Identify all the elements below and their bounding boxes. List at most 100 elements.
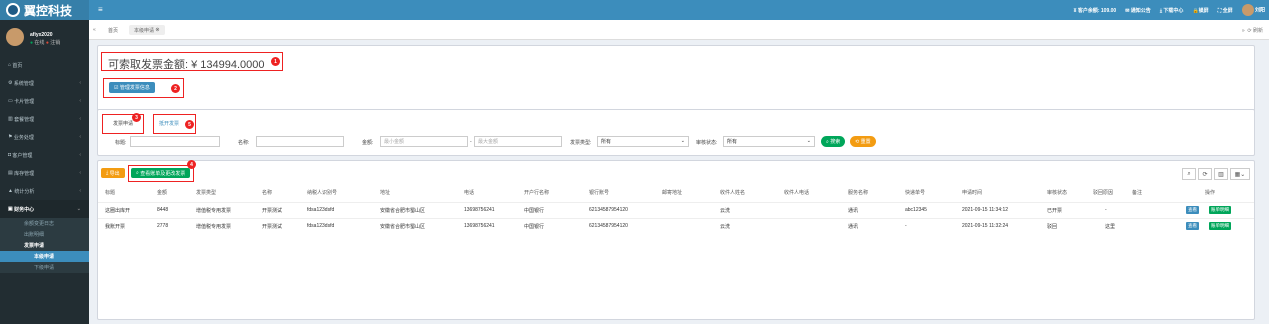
search-button[interactable]: ⌕ 搜索 bbox=[821, 136, 846, 147]
amount-min-input[interactable]: 最小金额 bbox=[380, 136, 468, 147]
col-header[interactable]: 申请时间 bbox=[962, 189, 982, 196]
col-header[interactable]: 发票类型 bbox=[196, 189, 216, 196]
table-cell: 2021-09-15 11:32:24 bbox=[962, 223, 1009, 229]
col-header[interactable]: 审核状态 bbox=[1047, 189, 1067, 196]
col-header[interactable]: 备注 bbox=[1132, 189, 1142, 196]
table-cell: 通讯 bbox=[848, 224, 859, 230]
table-refresh-icon[interactable]: ⟳ bbox=[1198, 168, 1212, 180]
sidebar-item-home[interactable]: ⌂ 首页 bbox=[0, 56, 89, 74]
status-cell: 驳回 bbox=[1047, 224, 1058, 230]
user-menu[interactable]: 刘阳 bbox=[1241, 4, 1265, 16]
col-header[interactable]: 开户行名称 bbox=[524, 189, 549, 196]
highlight-box-1 bbox=[101, 52, 283, 71]
sidebar-item-recharge[interactable]: 出账明细 bbox=[0, 229, 89, 240]
table-columns-icon[interactable]: ▥ bbox=[1214, 168, 1228, 180]
sidebar-item-label: 发票申请 bbox=[24, 243, 45, 249]
bill-detail-row-button[interactable]: 账单明细 bbox=[1209, 222, 1231, 230]
sidebar-item-label: 余额变更日志 bbox=[24, 221, 55, 227]
sidebar-item-system[interactable]: ⚙ 系统管理 ‹ bbox=[0, 74, 89, 92]
col-header[interactable]: 名称 bbox=[262, 189, 272, 196]
sidebar-item-business[interactable]: ⚑ 业务处理 ‹ bbox=[0, 128, 89, 146]
col-header[interactable]: 邮寄地址 bbox=[662, 189, 682, 196]
type-filter-label: 发票类型: bbox=[570, 140, 592, 146]
tabs-left-icon[interactable]: « bbox=[93, 27, 96, 33]
tab-home[interactable]: 首页 bbox=[103, 25, 123, 35]
sidebar-item-packages[interactable]: ▥ 套餐管理 ‹ bbox=[0, 110, 89, 128]
col-header[interactable]: 纳税人识别号 bbox=[307, 189, 337, 196]
audit-status-select[interactable]: 所有 ⌄ bbox=[723, 136, 815, 147]
col-header[interactable]: 金额 bbox=[157, 189, 167, 196]
col-header[interactable]: 电话 bbox=[464, 189, 474, 196]
invoice-type-select[interactable]: 所有 ⌄ bbox=[597, 136, 689, 147]
filter-panel bbox=[97, 109, 1255, 156]
sidebar-item-this-apply[interactable]: 本级申请 bbox=[0, 251, 89, 262]
top-username: 刘阳 bbox=[1254, 7, 1265, 14]
sidebar-item-label: 库存管理 bbox=[14, 170, 35, 177]
amount-max-input[interactable]: 最大金额 bbox=[474, 136, 562, 147]
sidebar-item-inventory[interactable]: ▤ 库存管理 ‹ bbox=[0, 164, 89, 182]
name-filter-label: 名称: bbox=[238, 140, 250, 146]
sidebar-item-cards[interactable]: ▭ 卡片管理 ‹ bbox=[0, 92, 89, 110]
col-header[interactable]: 服务名称 bbox=[848, 189, 868, 196]
view-row-button[interactable]: 查看 bbox=[1186, 206, 1199, 214]
table-cell: 13698756241 bbox=[464, 207, 495, 213]
status-cell: 已开票 bbox=[1047, 208, 1063, 214]
col-header[interactable]: 快递单号 bbox=[905, 189, 925, 196]
sidebar-item-label: 业务处理 bbox=[13, 134, 34, 141]
table-cell: 我账开票 bbox=[105, 224, 126, 230]
logo-text: 翼控科技 bbox=[24, 3, 73, 18]
logo-icon bbox=[6, 3, 20, 17]
sidebar-item-customers[interactable]: ◘ 客户管理 ‹ bbox=[0, 146, 89, 164]
menu-toggle-icon[interactable]: ≡ bbox=[98, 5, 103, 14]
chevron-left-icon: ‹ bbox=[79, 116, 81, 122]
table-cell: 8448 bbox=[157, 207, 169, 213]
sidebar-item-label: 卡片管理 bbox=[14, 98, 35, 105]
reset-button[interactable]: ⟲ 重置 bbox=[850, 136, 876, 147]
balance-display: ¥ 客户余额: 109.00 bbox=[1073, 7, 1117, 14]
table-cell: 增值税专用发票 bbox=[196, 224, 232, 230]
table-export-icon[interactable]: ▦⌄ bbox=[1230, 168, 1250, 180]
col-header[interactable]: 收件人姓名 bbox=[720, 189, 745, 196]
sidebar-menu: ⌂ 首页 ⚙ 系统管理 ‹ ▭ 卡片管理 ‹ ▥ 套餐管理 ‹ ⚑ 业务处理 ‹ ◘ 客… bbox=[0, 56, 89, 273]
user-status: ● 在线 ● 注销 bbox=[30, 40, 61, 46]
export-button[interactable]: ⤓ 导出 bbox=[101, 168, 125, 178]
highlight-box-4 bbox=[128, 165, 194, 182]
table-cell: 2778 bbox=[157, 223, 169, 229]
view-row-button[interactable]: 查看 bbox=[1186, 222, 1199, 230]
name-input[interactable] bbox=[256, 136, 344, 147]
tab-current[interactable]: 本级申请 ⊗ bbox=[129, 25, 165, 35]
sidebar-item-finance[interactable]: ▣ 财务中心 ⌄ bbox=[0, 200, 89, 218]
col-header[interactable]: 地址 bbox=[380, 189, 390, 196]
button-label: 导出 bbox=[109, 170, 120, 177]
table-cell: 增值税专用发票 bbox=[196, 208, 232, 214]
col-header[interactable]: 标题 bbox=[105, 189, 115, 196]
title-input[interactable] bbox=[130, 136, 220, 147]
sidebar-item-stats[interactable]: ▲ 统计分析 ‹ bbox=[0, 182, 89, 200]
table-cell: fdsa123dsfd bbox=[307, 207, 335, 213]
table-cell: 开票测试 bbox=[262, 224, 283, 230]
download-link[interactable]: ⤓ 下载中心 bbox=[1160, 7, 1184, 14]
table-cell: 2021-09-15 11:34:12 bbox=[962, 207, 1009, 213]
bill-detail-row-button[interactable]: 账单明细 bbox=[1209, 206, 1231, 214]
lock-link[interactable]: 🔒锁屏 bbox=[1192, 7, 1208, 14]
sidebar-item-balance-log[interactable]: 余额变更日志 bbox=[0, 218, 89, 229]
tabs-right-controls[interactable]: » ⟳ 刷新 bbox=[1242, 27, 1263, 34]
table-search-icon[interactable]: ⌕ bbox=[1182, 168, 1196, 180]
col-header[interactable]: 驳回原因 bbox=[1093, 189, 1113, 196]
avatar bbox=[1241, 4, 1254, 16]
app-logo[interactable]: 翼控科技 bbox=[0, 0, 89, 20]
fullscreen-link[interactable]: ⛶ 全屏 bbox=[1218, 7, 1233, 14]
col-header[interactable]: 银行账号 bbox=[589, 189, 609, 196]
table-cell: 中国银行 bbox=[524, 208, 545, 214]
col-header[interactable]: 收件人电话 bbox=[784, 189, 809, 196]
sidebar-item-label: 系统管理 bbox=[13, 80, 34, 87]
logout-link[interactable]: 注销 bbox=[50, 40, 60, 46]
chevron-left-icon: ‹ bbox=[79, 152, 81, 158]
col-header[interactable]: 操作 bbox=[1205, 189, 1215, 196]
sidebar-item-invoice-apply[interactable]: 发票申请 bbox=[0, 240, 89, 251]
sidebar-item-sub-apply[interactable]: 下级申请 bbox=[0, 262, 89, 273]
notice-link[interactable]: ✉ 通知公告 bbox=[1125, 7, 1151, 14]
close-icon[interactable]: ⊗ bbox=[155, 27, 159, 33]
sidebar-item-label: 统计分析 bbox=[14, 188, 35, 195]
amount-filter-label: 金额: bbox=[362, 140, 374, 146]
